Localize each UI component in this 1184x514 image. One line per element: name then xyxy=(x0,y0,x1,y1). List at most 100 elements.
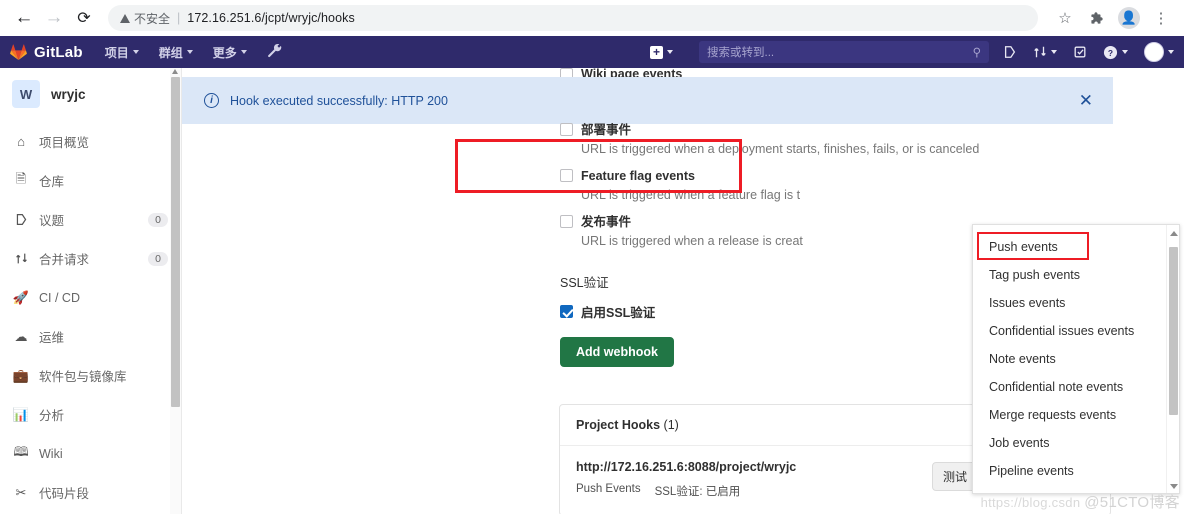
help-icon[interactable]: ? xyxy=(1103,45,1128,60)
issues-icon[interactable] xyxy=(1003,45,1017,59)
sidebar-item-label: Wiki xyxy=(39,446,63,461)
warning-triangle-icon xyxy=(120,13,130,23)
nav-more-label: 更多 xyxy=(212,45,237,60)
sidebar-badge-merge-requests: 0 xyxy=(148,251,168,266)
sidebar-item-snippets[interactable]: ✂ 代码片段 xyxy=(0,473,181,512)
scrollbar-thumb[interactable] xyxy=(171,77,180,407)
watermark-right: @51CTO博客 xyxy=(1084,494,1180,511)
sidebar-item-merge-requests[interactable]: 合并请求 0 xyxy=(0,239,181,278)
wrench-icon[interactable] xyxy=(267,43,282,61)
scroll-up-arrow-icon[interactable] xyxy=(1170,231,1178,236)
puzzle-icon[interactable] xyxy=(1084,5,1110,31)
omnibox-divider: | xyxy=(177,11,181,25)
add-webhook-button[interactable]: Add webhook xyxy=(560,337,674,367)
nav-more[interactable]: 更多 xyxy=(213,44,247,61)
dropdown-item-confidential-issues-events[interactable]: Confidential issues events xyxy=(973,317,1179,345)
sidebar-item-label: CI / CD xyxy=(39,290,80,305)
search-icon: ⚲ xyxy=(972,47,981,59)
close-icon[interactable]: ✕ xyxy=(1079,91,1093,111)
search-input[interactable]: 搜索或转到... ⚲ xyxy=(699,41,989,63)
chevron-down-icon xyxy=(240,50,247,54)
sidebar-item-packages[interactable]: 💼 软件包与镜像库 xyxy=(0,356,181,395)
hook-badge-push-events: Push Events xyxy=(576,483,641,495)
document-icon: 🗎 xyxy=(15,170,27,186)
merge-request-icon[interactable] xyxy=(1033,45,1057,59)
star-icon[interactable]: ☆ xyxy=(1052,5,1078,31)
scroll-up-arrow-icon[interactable] xyxy=(172,69,178,74)
tanuki-icon xyxy=(10,44,27,60)
project-hooks-title: Project Hooks xyxy=(576,418,661,432)
main-content: Wiki page events i Hook executed success… xyxy=(182,68,1184,514)
enable-ssl-checkbox[interactable] xyxy=(560,305,573,318)
sidebar-item-issues[interactable]: 议题 0 xyxy=(0,200,181,239)
nav-groups[interactable]: 群组 xyxy=(159,44,193,61)
rocket-icon: 🚀 xyxy=(12,289,30,305)
sidebar-item-analytics[interactable]: 📊 分析 xyxy=(0,395,181,434)
project-sidebar: W wryjc ⌂ 项目概览 🗎 仓库 议题 0 合并请求 0 🚀 CI / C… xyxy=(0,68,182,514)
feature-flag-events-checkbox[interactable] xyxy=(560,169,573,182)
sidebar-project-header[interactable]: W wryjc xyxy=(0,76,181,122)
test-events-dropdown[interactable]: Push events Tag push events Issues event… xyxy=(972,224,1180,494)
sidebar-item-overview[interactable]: ⌂ 项目概览 xyxy=(0,122,181,161)
scroll-down-arrow-icon[interactable] xyxy=(1170,484,1178,489)
project-hooks-count: (1) xyxy=(663,418,679,432)
event-item-release: 发布事件 URL is triggered when a release is … xyxy=(560,215,980,249)
dropdown-scrollbar[interactable] xyxy=(1166,225,1179,493)
hook-url[interactable]: http://172.16.251.6:8088/project/wryjc xyxy=(576,460,932,474)
forward-arrow-icon[interactable]: → xyxy=(40,4,68,32)
new-item-button[interactable]: + xyxy=(650,45,673,59)
release-events-checkbox[interactable] xyxy=(560,215,573,228)
event-header[interactable]: 部署事件 xyxy=(560,123,980,138)
dropdown-item-note-events[interactable]: Note events xyxy=(973,345,1179,373)
sidebar-badge-issues: 0 xyxy=(148,212,168,227)
todo-check-icon[interactable] xyxy=(1073,45,1087,59)
sidebar-scrollbar[interactable] xyxy=(170,68,181,514)
gitlab-logo[interactable]: GitLab xyxy=(10,44,83,61)
svg-text:?: ? xyxy=(1108,47,1113,57)
browser-toolbar: ← → ⟳ 不安全 | 172.16.251.6/jcpt/wryjc/hook… xyxy=(0,0,1184,36)
event-header[interactable]: 发布事件 xyxy=(560,215,980,230)
search-placeholder: 搜索或转到... xyxy=(707,47,775,59)
address-bar[interactable]: 不安全 | 172.16.251.6/jcpt/wryjc/hooks xyxy=(108,5,1038,31)
sidebar-item-wiki[interactable]: 🕮 Wiki xyxy=(0,434,181,473)
sidebar-item-label: 软件包与镜像库 xyxy=(39,370,127,384)
nav-projects-label: 项目 xyxy=(104,45,129,60)
deployment-events-checkbox[interactable] xyxy=(560,123,573,136)
chevron-down-icon xyxy=(1168,50,1174,54)
book-icon: 🕮 xyxy=(13,443,29,459)
reload-icon[interactable]: ⟳ xyxy=(70,4,98,32)
dropdown-item-push-events[interactable]: Push events xyxy=(973,233,1179,261)
sidebar-item-label: 代码片段 xyxy=(39,487,90,501)
package-icon: 💼 xyxy=(12,367,30,383)
insecure-warning: 不安全 xyxy=(120,10,170,27)
ssl-section: SSL验证 启用SSL验证 Add webhook xyxy=(560,272,674,367)
dropdown-item-issues-events[interactable]: Issues events xyxy=(973,289,1179,317)
dropdown-item-pipeline-events[interactable]: Pipeline events xyxy=(973,457,1179,485)
nav-projects[interactable]: 项目 xyxy=(105,44,139,61)
sidebar-item-operations[interactable]: ☁ 运维 xyxy=(0,317,181,356)
sidebar-item-repository[interactable]: 🗎 仓库 xyxy=(0,161,181,200)
project-avatar: W xyxy=(12,80,40,108)
sidebar-item-cicd[interactable]: 🚀 CI / CD xyxy=(0,278,181,317)
dropdown-item-merge-requests-events[interactable]: Merge requests events xyxy=(973,401,1179,429)
dropdown-item-job-events[interactable]: Job events xyxy=(973,429,1179,457)
dropdown-item-tag-push-events[interactable]: Tag push events xyxy=(973,261,1179,289)
ssl-section-title: SSL验证 xyxy=(560,276,609,290)
scrollbar-thumb[interactable] xyxy=(1169,247,1178,415)
event-label: 部署事件 xyxy=(581,123,632,137)
kebab-menu-icon[interactable]: ⋮ xyxy=(1148,5,1174,31)
ssl-checkbox-row[interactable]: 启用SSL验证 xyxy=(560,302,674,321)
dropdown-item-confidential-note-events[interactable]: Confidential note events xyxy=(973,373,1179,401)
event-header[interactable]: Feature flag events xyxy=(560,169,980,184)
user-avatar-menu[interactable] xyxy=(1144,42,1174,62)
profile-icon[interactable]: 👤 xyxy=(1116,5,1142,31)
back-arrow-icon[interactable]: ← xyxy=(10,4,38,32)
chevron-down-icon xyxy=(132,50,139,54)
hook-badge-ssl: SSL验证: 已启用 xyxy=(654,486,741,498)
watermark: https://blog.csdn @51CTO博客 xyxy=(981,491,1180,512)
url-text: 172.16.251.6/jcpt/wryjc/hooks xyxy=(187,11,355,25)
issues-icon xyxy=(13,213,29,226)
event-item-feature-flag: Feature flag events URL is triggered whe… xyxy=(560,169,980,203)
insecure-label: 不安全 xyxy=(134,11,171,26)
hook-badges: Push Events SSL验证: 已启用 xyxy=(576,483,932,499)
